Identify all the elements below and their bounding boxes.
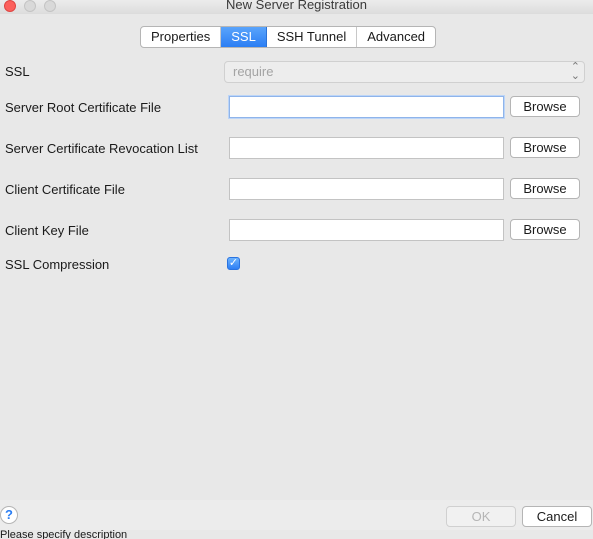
client-key-browse-button[interactable]: Browse: [510, 219, 580, 240]
tab-advanced[interactable]: Advanced: [357, 27, 435, 47]
ssl-compression-checkbox[interactable]: ✓: [227, 257, 240, 270]
client-key-label: Client Key File: [5, 223, 89, 238]
root-cert-browse-button[interactable]: Browse: [510, 96, 580, 117]
tab-ssl[interactable]: SSL: [221, 27, 267, 47]
revocation-list-browse-button[interactable]: Browse: [510, 137, 580, 158]
checkmark-icon: ✓: [228, 257, 239, 269]
dialog-content: Properties SSL SSH Tunnel Advanced SSL r…: [0, 14, 593, 500]
help-button[interactable]: ?: [0, 506, 18, 524]
select-arrows-icon: ⌃ ⌄: [570, 61, 580, 82]
revocation-list-label: Server Certificate Revocation List: [5, 141, 198, 156]
ssl-mode-label: SSL: [5, 64, 30, 79]
ssl-compression-label: SSL Compression: [5, 257, 110, 272]
tab-bar: Properties SSL SSH Tunnel Advanced: [140, 26, 437, 48]
window-title: New Server Registration: [226, 0, 367, 12]
tab-properties[interactable]: Properties: [141, 27, 222, 47]
client-key-input[interactable]: [229, 219, 504, 241]
client-cert-browse-button[interactable]: Browse: [510, 178, 580, 199]
root-cert-label: Server Root Certificate File: [5, 100, 162, 115]
status-message: Please specify description: [0, 529, 128, 539]
ssl-mode-select[interactable]: require ⌃ ⌄: [224, 61, 585, 83]
ok-button[interactable]: OK: [446, 506, 516, 527]
tab-ssh-tunnel[interactable]: SSH Tunnel: [267, 27, 358, 47]
dialog-footer: ? OK Cancel: [0, 500, 593, 530]
root-cert-input[interactable]: [229, 96, 504, 118]
title-bar: New Server Registration: [0, 0, 593, 14]
client-cert-input[interactable]: [229, 178, 504, 200]
ssl-mode-value: require: [233, 64, 274, 79]
cancel-button[interactable]: Cancel: [522, 506, 592, 527]
client-cert-label: Client Certificate File: [5, 182, 125, 197]
revocation-list-input[interactable]: [229, 137, 504, 159]
